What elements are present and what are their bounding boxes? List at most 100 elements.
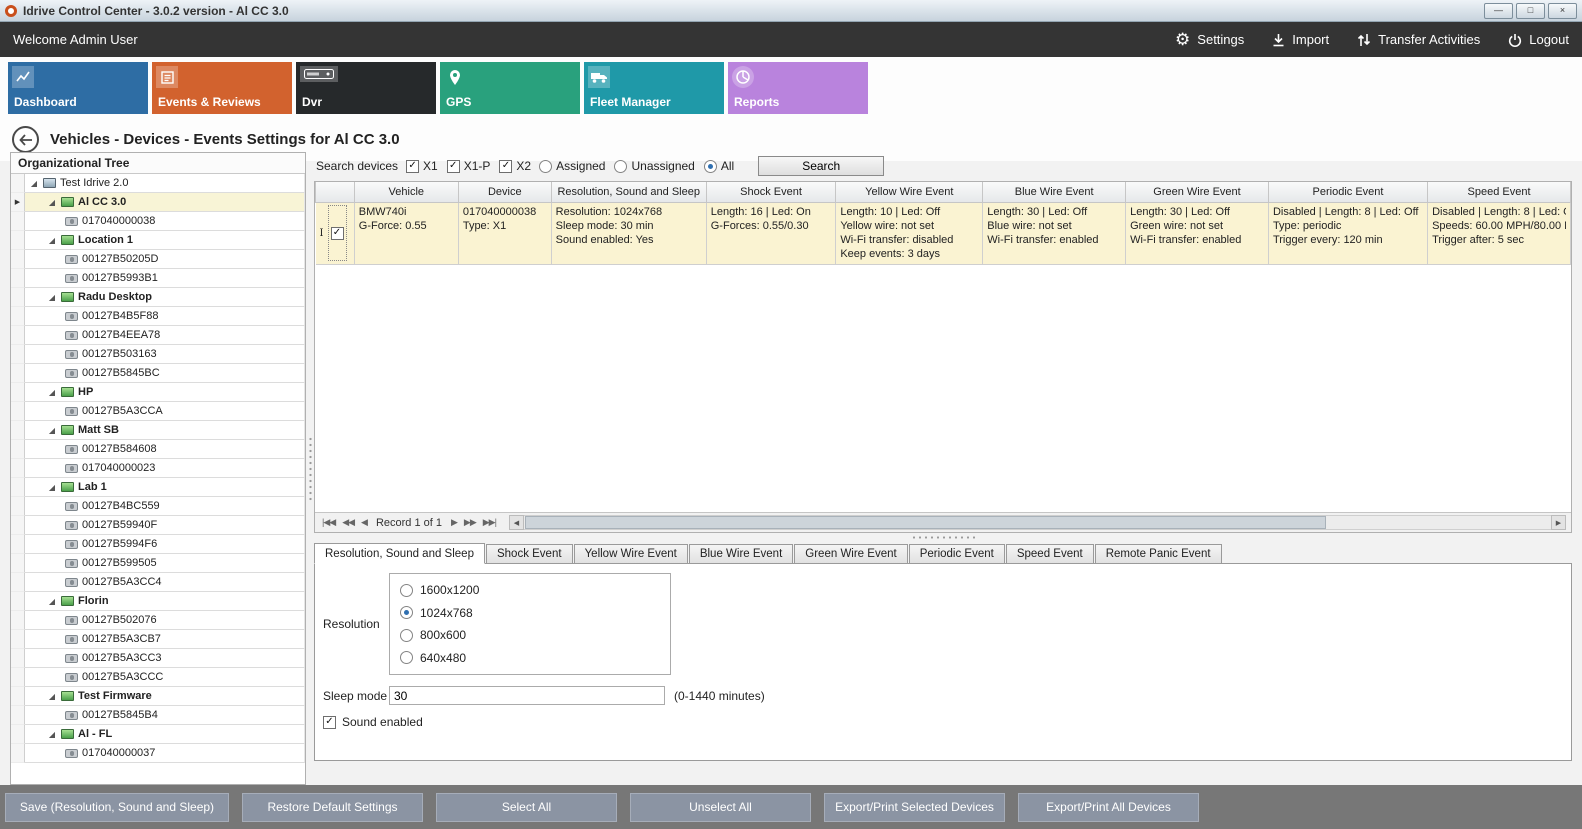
tree-item-cell[interactable]: 00127B5A3CCC <box>25 668 305 687</box>
restore-default-settings-button[interactable]: Restore Default Settings <box>242 793 423 822</box>
filter-all[interactable]: All <box>704 159 734 173</box>
tree-item-00127b4b5f88[interactable]: 00127B4B5F88 <box>11 307 305 326</box>
expand-arrow-icon[interactable]: ◢ <box>47 730 57 739</box>
tree-item-00127b5845b4[interactable]: 00127B5845B4 <box>11 706 305 725</box>
checkbox-icon[interactable]: ✓ <box>406 160 419 173</box>
tree-item-cell[interactable]: ◢Matt SB <box>25 421 305 440</box>
next-page-button[interactable]: ▶▶ <box>462 517 478 528</box>
tree-item-lab-1[interactable]: ◢Lab 1 <box>11 478 305 497</box>
cell-resolution-sound-and-sleep[interactable]: Resolution: 1024x768Sleep mode: 30 minSo… <box>551 202 706 264</box>
tree-item-00127b5a3cca[interactable]: 00127B5A3CCA <box>11 402 305 421</box>
nav-tile-dvr[interactable]: Dvr <box>296 62 436 114</box>
col-header-yellow-wire-event[interactable]: Yellow Wire Event <box>836 182 983 202</box>
tree-item-00127b5a3ccc[interactable]: 00127B5A3CCC <box>11 668 305 687</box>
expand-arrow-icon[interactable]: ◢ <box>47 293 57 302</box>
resolution-option-1600x1200[interactable]: 1600x1200 <box>400 583 660 597</box>
tree-item-cell[interactable]: 00127B5A3CB7 <box>25 630 305 649</box>
tree-item-hp[interactable]: ◢HP <box>11 383 305 402</box>
scrollbar-track[interactable] <box>524 515 1551 530</box>
close-button[interactable]: × <box>1548 3 1577 19</box>
tree-item-cell[interactable]: 00127B5994F6 <box>25 535 305 554</box>
col-header-resolution-sound-and-sleep[interactable]: Resolution, Sound and Sleep <box>551 182 706 202</box>
back-button[interactable] <box>12 126 39 153</box>
filter-unassigned[interactable]: Unassigned <box>614 159 694 173</box>
cell-green-wire-event[interactable]: Length: 30 | Led: OffGreen wire: not set… <box>1126 202 1269 264</box>
filter-assigned[interactable]: Assigned <box>539 159 605 173</box>
resolution-option-640x480[interactable]: 640x480 <box>400 651 660 665</box>
resolution-option-800x600[interactable]: 800x600 <box>400 628 660 642</box>
tab-blue-wire-event[interactable]: Blue Wire Event <box>689 544 793 563</box>
export-print-all-devices-button[interactable]: Export/Print All Devices <box>1018 793 1199 822</box>
tree-item-cell[interactable]: 00127B5993B1 <box>25 269 305 288</box>
scroll-left-icon[interactable]: ◀ <box>509 515 524 530</box>
cell-vehicle[interactable]: BMW740iG-Force: 0.55 <box>354 202 458 264</box>
tree-item-cell[interactable]: 017040000038 <box>25 212 305 231</box>
tab-periodic-event[interactable]: Periodic Event <box>909 544 1005 563</box>
tab-yellow-wire-event[interactable]: Yellow Wire Event <box>574 544 688 563</box>
tree-item-al-cc-3-0[interactable]: ▶◢Al CC 3.0 <box>11 193 305 212</box>
maximize-button[interactable]: □ <box>1516 3 1545 19</box>
tree-item-cell[interactable]: ◢Lab 1 <box>25 478 305 497</box>
radio-icon[interactable] <box>704 160 717 173</box>
first-record-button[interactable]: |◀◀ <box>320 517 337 528</box>
tree-item-00127b50205d[interactable]: 00127B50205D <box>11 250 305 269</box>
checkbox-icon[interactable]: ✓ <box>447 160 460 173</box>
tree-item-cell[interactable]: ◢HP <box>25 383 305 402</box>
nav-tile-reports[interactable]: Reports <box>728 62 868 114</box>
nav-tile-fleet-manager[interactable]: Fleet Manager <box>584 62 724 114</box>
col-header-periodic-event[interactable]: Periodic Event <box>1268 182 1427 202</box>
settings-button[interactable]: ⚙ Settings <box>1175 31 1244 48</box>
col-header-green-wire-event[interactable]: Green Wire Event <box>1126 182 1269 202</box>
tree-item-matt-sb[interactable]: ◢Matt SB <box>11 421 305 440</box>
tree-item-00127b503163[interactable]: 00127B503163 <box>11 345 305 364</box>
resolution-option-1024x768[interactable]: 1024x768 <box>400 606 660 620</box>
tree-item-cell[interactable]: 00127B5845B4 <box>25 706 305 725</box>
radio-icon[interactable] <box>614 160 627 173</box>
nav-tile-dashboard[interactable]: Dashboard <box>8 62 148 114</box>
cell-yellow-wire-event[interactable]: Length: 10 | Led: OffYellow wire: not se… <box>836 202 983 264</box>
tree-item-florin[interactable]: ◢Florin <box>11 592 305 611</box>
tree-item-location-1[interactable]: ◢Location 1 <box>11 231 305 250</box>
cell-blue-wire-event[interactable]: Length: 30 | Led: OffBlue wire: not setW… <box>983 202 1126 264</box>
tab-green-wire-event[interactable]: Green Wire Event <box>794 544 907 563</box>
expand-arrow-icon[interactable]: ◢ <box>29 179 39 188</box>
expand-arrow-icon[interactable]: ◢ <box>47 483 57 492</box>
tree-item-cell[interactable]: 00127B50205D <box>25 250 305 269</box>
prev-record-button[interactable]: ◀ <box>359 517 369 528</box>
tree-item-cell[interactable]: ◢Test Firmware <box>25 687 305 706</box>
select-all-button[interactable]: Select All <box>436 793 617 822</box>
row-selector-cell[interactable]: I✓ <box>316 202 355 264</box>
row-checkbox[interactable]: ✓ <box>331 227 344 240</box>
tree-item-test-firmware[interactable]: ◢Test Firmware <box>11 687 305 706</box>
tree-item-00127b5993b1[interactable]: 00127B5993B1 <box>11 269 305 288</box>
radio-icon[interactable] <box>400 606 413 619</box>
sound-enabled-checkbox[interactable]: ✓ <box>323 716 336 729</box>
tab-resolution-sound-and-sleep[interactable]: Resolution, Sound and Sleep <box>314 543 485 564</box>
search-button[interactable]: Search <box>758 156 884 176</box>
tree-item-cell[interactable]: 00127B503163 <box>25 345 305 364</box>
tree-item-cell[interactable]: 017040000037 <box>25 744 305 763</box>
next-record-button[interactable]: ▶ <box>449 517 459 528</box>
panel-splitter[interactable] <box>306 152 314 785</box>
tab-speed-event[interactable]: Speed Event <box>1006 544 1094 563</box>
tree-item-cell[interactable]: 00127B599505 <box>25 554 305 573</box>
col-header-shock-event[interactable]: Shock Event <box>706 182 836 202</box>
col-header-device[interactable]: Device <box>458 182 551 202</box>
radio-icon[interactable] <box>400 651 413 664</box>
tree-item-cell[interactable]: ◢Radu Desktop <box>25 288 305 307</box>
cell-device[interactable]: 017040000038Type: X1 <box>458 202 551 264</box>
col-header-vehicle[interactable]: Vehicle <box>354 182 458 202</box>
tree-item-cell[interactable]: 00127B4B5F88 <box>25 307 305 326</box>
cell-speed-event[interactable]: Disabled | Length: 8 | Led: OffSpeeds: 6… <box>1428 202 1571 264</box>
logout-button[interactable]: Logout <box>1508 32 1569 47</box>
grid-horizontal-scrollbar[interactable]: ◀ ▶ <box>509 515 1566 530</box>
scrollbar-thumb[interactable] <box>525 516 1326 529</box>
tree-item-00127b5a3cb7[interactable]: 00127B5A3CB7 <box>11 630 305 649</box>
tree-item-00127b5a3cc3[interactable]: 00127B5A3CC3 <box>11 649 305 668</box>
tree-item-00127b502076[interactable]: 00127B502076 <box>11 611 305 630</box>
tree-item-cell[interactable]: ◢Al - FL <box>25 725 305 744</box>
filter-x1-p[interactable]: ✓X1-P <box>447 159 491 173</box>
expand-arrow-icon[interactable]: ◢ <box>47 597 57 606</box>
horizontal-splitter[interactable] <box>314 533 1572 542</box>
scroll-right-icon[interactable]: ▶ <box>1551 515 1566 530</box>
